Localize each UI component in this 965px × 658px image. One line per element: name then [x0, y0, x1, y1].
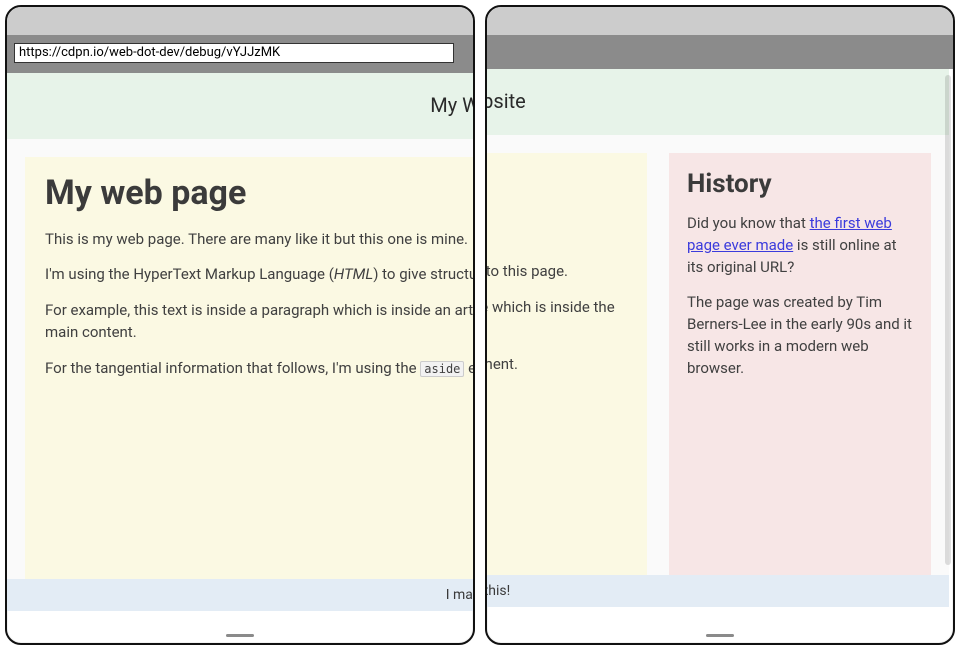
- site-footer: I made this!: [7, 579, 473, 611]
- aside-p1-text-a: Did you know that: [687, 214, 810, 232]
- article-p4: For the tangential information that foll…: [487, 354, 627, 376]
- site-title: My Website: [430, 93, 473, 117]
- address-bar[interactable]: [14, 43, 454, 63]
- site-main: My web page This is my web page. There a…: [7, 139, 473, 579]
- home-indicator-icon: [706, 634, 734, 637]
- article-p4: For the tangential information that foll…: [45, 358, 473, 380]
- article-p4-text-a: For the tangential information that foll…: [45, 359, 420, 377]
- article-p2: I'm using the HyperText Markup Language …: [487, 261, 627, 283]
- page-content: My Website My web page This is my web pa…: [487, 69, 949, 607]
- aside-p2: The page was created by Tim Berners-Lee …: [687, 292, 913, 379]
- footer-text: I made this!: [487, 583, 510, 599]
- page-content: My Website My web page This is my web pa…: [7, 73, 473, 611]
- article-p2: I'm using the HyperText Markup Language …: [45, 264, 473, 286]
- site-title: My Website: [487, 89, 526, 113]
- device-status-bar: [7, 7, 473, 35]
- article-p3: For example, this text is inside a parag…: [45, 300, 473, 344]
- article: My web page This is my web page. There a…: [487, 153, 647, 575]
- article-p3: For example, this text is inside a parag…: [487, 297, 627, 341]
- article-p4-text-b: element.: [487, 355, 518, 373]
- aside-heading: History: [687, 169, 913, 199]
- site-header: My Website: [7, 73, 473, 139]
- device-comparison: My Website My web page This is my web pa…: [0, 0, 965, 650]
- aside-code-tag: aside: [420, 361, 464, 377]
- article-p2-em: HTML: [334, 265, 373, 283]
- article-p4-text-b: element.: [464, 359, 473, 377]
- browser-viewport-right[interactable]: My Website My web page This is my web pa…: [487, 69, 953, 615]
- article-p2-text-a: I'm using the HyperText Markup Language …: [45, 265, 334, 283]
- footer-text: I made this!: [446, 587, 473, 603]
- device-status-bar: [487, 7, 953, 35]
- site-footer: I made this!: [487, 575, 949, 607]
- article-p1: This is my web page. There are many like…: [487, 225, 627, 247]
- device-frame-left: My Website My web page This is my web pa…: [5, 5, 475, 645]
- article-p2-text-b: ) to give structure to this page.: [487, 262, 568, 280]
- article-p1: This is my web page. There are many like…: [45, 229, 473, 251]
- article-p1-text: This is my web page. There are many like…: [45, 230, 431, 248]
- browser-viewport-left[interactable]: My Website My web page This is my web pa…: [7, 73, 473, 619]
- site-header: My Website: [487, 69, 949, 135]
- aside: History Did you know that the first web …: [669, 153, 931, 575]
- browser-chrome: [487, 35, 953, 69]
- browser-chrome: [7, 35, 473, 73]
- article-heading: My web page: [487, 169, 627, 209]
- article: My web page This is my web page. There a…: [25, 157, 473, 579]
- aside-p1: Did you know that the first web page eve…: [687, 213, 913, 278]
- device-frame-right: My Website My web page This is my web pa…: [485, 5, 955, 645]
- home-indicator-icon: [226, 634, 254, 637]
- article-p2-text-b: ) to give structure to this page.: [373, 265, 473, 283]
- article-p1-text-b: mine.: [431, 230, 468, 248]
- article-heading: My web page: [45, 173, 473, 213]
- site-main: My web page This is my web page. There a…: [487, 135, 949, 575]
